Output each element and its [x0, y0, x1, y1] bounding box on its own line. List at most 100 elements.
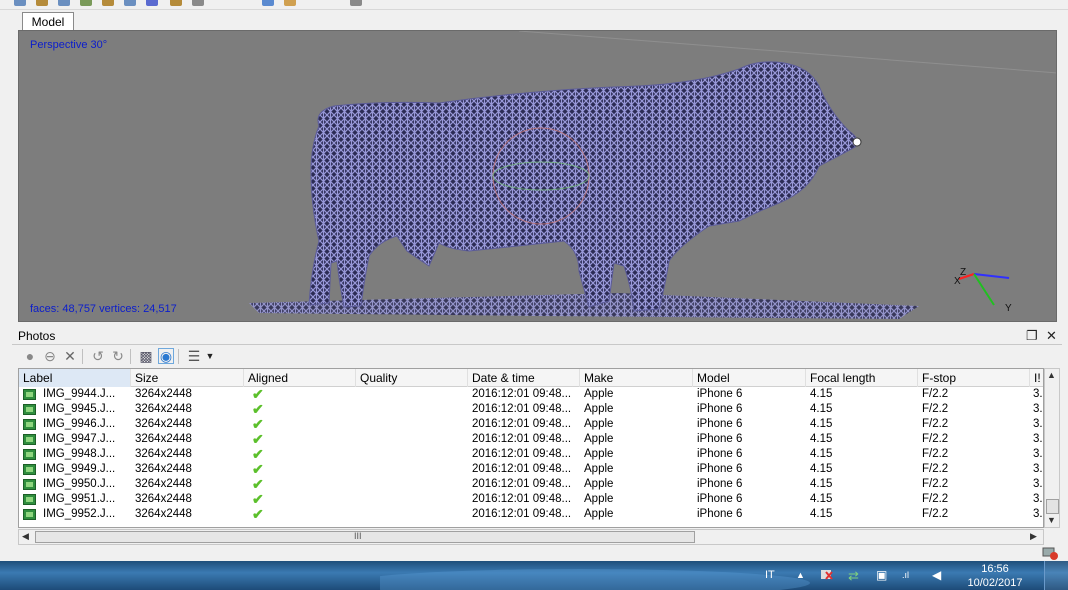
table-row[interactable]: IMG_9944.J... ✔ 3264x2448 2016:12:01 09:48.…: [19, 386, 1043, 402]
cell-datetime: 2016:12:01 09:48...: [472, 433, 572, 445]
table-row[interactable]: IMG_9947.J... ✔ 3264x2448 2016:12:01 09:48.…: [19, 432, 1043, 447]
scroll-left-icon[interactable]: ◀: [22, 531, 29, 542]
status-bar: [0, 546, 1068, 562]
show-hidden-icons-icon[interactable]: ▲: [796, 561, 805, 590]
cell-fstop: F/2.2: [922, 478, 949, 490]
cell-datetime: 2016:12:01 09:48...: [472, 463, 572, 475]
model-viewport[interactable]: Z X Y Perspective 30° faces: 48,757 vert…: [18, 30, 1057, 322]
toolbar-icon[interactable]: [36, 0, 48, 6]
toolbar-icon[interactable]: [124, 0, 136, 6]
column-header-fstop[interactable]: F-stop: [918, 369, 1030, 387]
toolbar-icon[interactable]: [284, 0, 296, 6]
scroll-right-icon[interactable]: ▶: [1030, 531, 1037, 542]
photos-pane-header: Photos ❐ ✕: [12, 327, 1062, 345]
cell-focal-length: 4.15: [810, 388, 833, 400]
close-icon[interactable]: ✕: [1046, 328, 1057, 344]
rotate-right-icon[interactable]: ↻: [110, 348, 126, 364]
column-header-make[interactable]: Make: [580, 369, 693, 387]
cell-iso: 3.: [1033, 478, 1043, 490]
cell-make: Apple: [584, 463, 614, 475]
cell-size: 3264x2448: [135, 493, 192, 505]
cell-model: iPhone 6: [697, 463, 743, 475]
aligned-check-icon: ✔: [252, 386, 264, 402]
table-row[interactable]: IMG_9946.J... ✔ 3264x2448 2016:12:01 09:48.…: [19, 417, 1043, 432]
cell-fstop: F/2.2: [922, 448, 949, 460]
cell-make: Apple: [584, 418, 614, 430]
cell-focal-length: 4.15: [810, 418, 833, 430]
tab-bar: Model: [12, 9, 1062, 31]
signal-icon[interactable]: .ıl: [902, 561, 909, 590]
language-indicator[interactable]: IT: [765, 561, 775, 590]
image-icon: [23, 434, 36, 445]
cell-focal-length: 4.15: [810, 463, 833, 475]
find-icon[interactable]: ▩: [138, 348, 154, 364]
toolbar-icon[interactable]: [170, 0, 182, 6]
cell-focal-length: 4.15: [810, 478, 833, 490]
toolbar-icon[interactable]: [14, 0, 26, 6]
column-header-label[interactable]: Label: [19, 369, 131, 387]
column-header-aligned[interactable]: Aligned: [244, 369, 356, 387]
table-row[interactable]: IMG_9952.J... ✔ 3264x2448 2016:12:01 09:48.…: [19, 507, 1043, 522]
cell-iso: 3.: [1033, 418, 1043, 430]
column-header-datetime[interactable]: Date & time: [468, 369, 580, 387]
scroll-up-icon[interactable]: ▲: [1047, 370, 1056, 380]
scrollbar-thumb[interactable]: III: [35, 531, 695, 543]
vertical-scrollbar[interactable]: ▲ ▼: [1044, 368, 1060, 528]
image-icon: [23, 464, 36, 475]
rotate-left-icon[interactable]: ↺: [90, 348, 106, 364]
table-row[interactable]: IMG_9948.J... ✔ 3264x2448 2016:12:01 09:48.…: [19, 447, 1043, 462]
cell-datetime: 2016:12:01 09:48...: [472, 478, 572, 490]
mesh-render: Z X Y: [249, 31, 1056, 319]
scrollbar-thumb[interactable]: [1046, 499, 1059, 514]
cell-fstop: F/2.2: [922, 493, 949, 505]
cell-iso: 3.: [1033, 433, 1043, 445]
table-row[interactable]: IMG_9950.J... ✔ 3264x2448 2016:12:01 09:48.…: [19, 477, 1043, 492]
toolbar-icon[interactable]: [192, 0, 204, 6]
notification-icon[interactable]: [1042, 546, 1058, 560]
horizontal-scrollbar[interactable]: ◀ III ▶: [18, 529, 1044, 545]
tab-model[interactable]: Model: [22, 12, 74, 31]
image-icon: [23, 509, 36, 520]
app-window: Model Z X Y Perspective 30° faces: 48,75…: [0, 0, 1068, 590]
clock[interactable]: 16:56 10/02/2017: [960, 563, 1030, 589]
scroll-down-icon[interactable]: ▼: [1047, 515, 1056, 525]
toolbar-icon[interactable]: [146, 0, 158, 6]
column-header-size[interactable]: Size: [131, 369, 244, 387]
column-header-iso[interactable]: I!: [1030, 369, 1043, 387]
cell-fstop: F/2.2: [922, 388, 949, 400]
view-details-icon[interactable]: ☰: [186, 348, 202, 364]
action-center-flag-icon[interactable]: [820, 561, 834, 590]
cell-model: iPhone 6: [697, 493, 743, 505]
reset-view-icon[interactable]: ◉: [158, 348, 174, 364]
toolbar-icon[interactable]: [58, 0, 70, 6]
cell-datetime: 2016:12:01 09:48...: [472, 403, 572, 415]
image-icon: [23, 449, 36, 460]
dropdown-arrow-icon[interactable]: ▼: [202, 348, 218, 364]
table-row[interactable]: IMG_9951.J... ✔ 3264x2448 2016:12:01 09:48.…: [19, 492, 1043, 507]
enable-icon[interactable]: ●: [22, 348, 38, 364]
cell-make: Apple: [584, 478, 614, 490]
volume-icon[interactable]: ◀: [932, 561, 941, 590]
image-icon: [23, 479, 36, 490]
restore-icon[interactable]: ❐: [1026, 328, 1038, 344]
aligned-check-icon: ✔: [252, 401, 264, 417]
sync-icon[interactable]: ⇄: [848, 561, 859, 590]
show-desktop-button[interactable]: [1044, 561, 1068, 590]
toolbar-icon[interactable]: [102, 0, 114, 6]
cell-label: IMG_9952.J...: [43, 508, 116, 520]
device-icon[interactable]: ▣: [876, 561, 887, 590]
table-row[interactable]: IMG_9945.J... ✔ 3264x2448 2016:12:01 09:48.…: [19, 401, 1043, 417]
toolbar-icon[interactable]: [350, 0, 362, 6]
cell-iso: 3.: [1033, 508, 1043, 520]
column-header-focal-length[interactable]: Focal length: [806, 369, 918, 387]
clock-time: 16:56: [981, 563, 1009, 575]
toolbar-icon[interactable]: [80, 0, 92, 6]
disable-icon[interactable]: ⊖: [42, 348, 58, 364]
toolbar-icon[interactable]: [262, 0, 274, 6]
table-row[interactable]: IMG_9949.J... ✔ 3264x2448 2016:12:01 09:48.…: [19, 462, 1043, 477]
cell-make: Apple: [584, 493, 614, 505]
cell-focal-length: 4.15: [810, 433, 833, 445]
column-header-quality[interactable]: Quality: [356, 369, 468, 387]
column-header-model[interactable]: Model: [693, 369, 806, 387]
remove-icon[interactable]: ✕: [62, 348, 78, 364]
